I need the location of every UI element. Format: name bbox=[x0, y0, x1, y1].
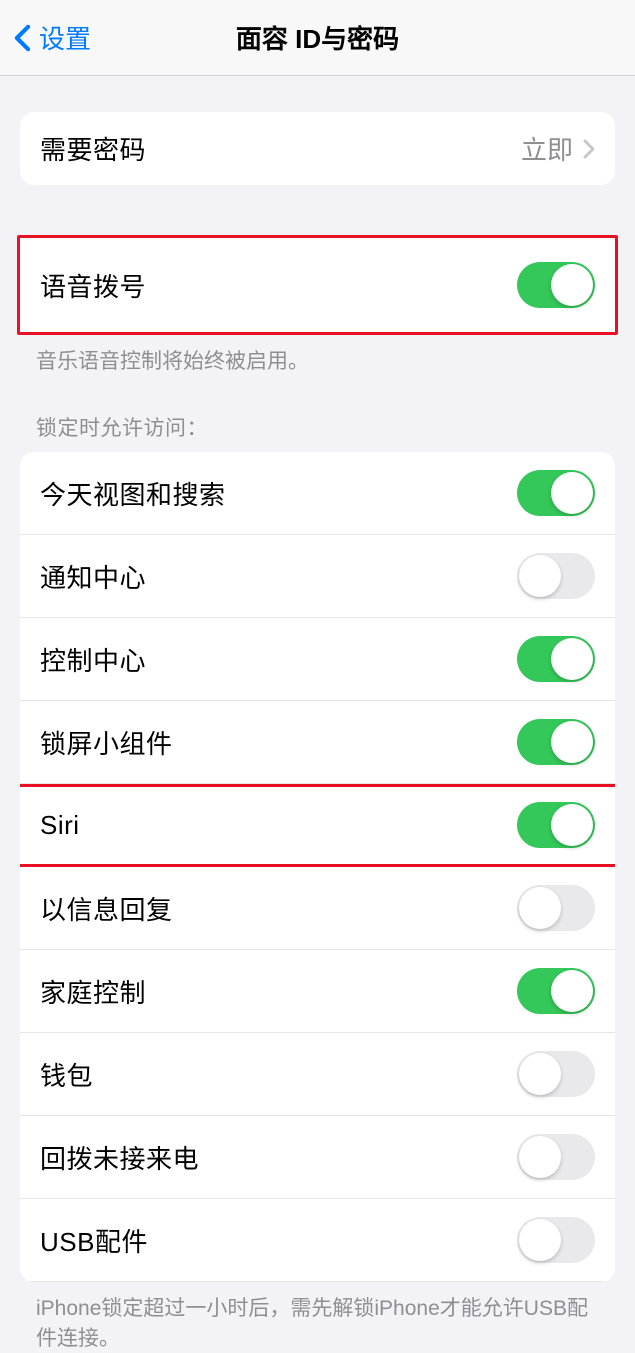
lock-access-toggle[interactable] bbox=[517, 636, 595, 682]
lock-access-label: 家庭控制 bbox=[40, 973, 146, 1010]
page-title: 面容 ID与密码 bbox=[0, 19, 635, 56]
toggle-knob bbox=[519, 1053, 561, 1095]
lock-access-toggle[interactable] bbox=[517, 1134, 595, 1180]
lock-access-row: 控制中心 bbox=[20, 618, 615, 701]
chevron-left-icon bbox=[14, 24, 31, 52]
toggle-knob bbox=[551, 721, 593, 763]
toggle-knob bbox=[551, 472, 593, 514]
voice-dial-section: 语音拨号 音乐语音控制将始终被启用。 bbox=[0, 235, 635, 376]
toggle-knob bbox=[551, 804, 593, 846]
voice-dial-toggle[interactable] bbox=[517, 262, 595, 308]
voice-dial-row: 语音拨号 bbox=[20, 238, 615, 332]
header-bar: 设置 面容 ID与密码 bbox=[0, 0, 635, 76]
lock-access-label: 通知中心 bbox=[40, 558, 146, 595]
lock-access-row: 今天视图和搜索 bbox=[20, 452, 615, 535]
require-passcode-label: 需要密码 bbox=[40, 130, 146, 167]
voice-dial-highlight: 语音拨号 bbox=[17, 235, 618, 335]
toggle-knob bbox=[551, 264, 593, 306]
toggle-knob bbox=[519, 1219, 561, 1261]
back-button[interactable]: 设置 bbox=[0, 19, 91, 56]
lock-access-toggle[interactable] bbox=[517, 553, 595, 599]
lock-access-section: 锁定时允许访问： 今天视图和搜索通知中心控制中心锁屏小组件 Siri 以信息回复家庭… bbox=[0, 412, 635, 1353]
toggle-knob bbox=[551, 970, 593, 1012]
lock-access-label: 控制中心 bbox=[40, 641, 146, 678]
passcode-group: 需要密码 立即 bbox=[20, 112, 615, 185]
lock-access-label: 以信息回复 bbox=[40, 890, 173, 927]
lock-access-footer: iPhone锁定超过一小时后，需先解锁iPhone才能允许USB配件连接。 bbox=[0, 1282, 635, 1353]
toggle-knob bbox=[519, 1136, 561, 1178]
toggle-knob bbox=[519, 555, 561, 597]
lock-access-row: 锁屏小组件 bbox=[20, 701, 615, 784]
lock-access-row: 家庭控制 bbox=[20, 950, 615, 1033]
back-label: 设置 bbox=[39, 19, 91, 56]
lock-access-row: 钱包 bbox=[20, 1033, 615, 1116]
lock-access-label: USB配件 bbox=[40, 1222, 148, 1259]
lock-access-row: USB配件 bbox=[20, 1199, 615, 1282]
voice-dial-label: 语音拨号 bbox=[40, 267, 146, 304]
require-passcode-row[interactable]: 需要密码 立即 bbox=[20, 112, 615, 185]
lock-access-row: 以信息回复 bbox=[20, 867, 615, 950]
lock-access-group: 今天视图和搜索通知中心控制中心锁屏小组件 Siri 以信息回复家庭控制钱包回拨未接来… bbox=[20, 452, 615, 1282]
lock-access-row: 通知中心 bbox=[20, 535, 615, 618]
toggle-knob bbox=[551, 638, 593, 680]
lock-access-toggle[interactable] bbox=[517, 802, 595, 848]
voice-dial-footer: 音乐语音控制将始终被启用。 bbox=[0, 335, 635, 376]
lock-access-header: 锁定时允许访问： bbox=[0, 412, 635, 452]
lock-access-label: 钱包 bbox=[40, 1056, 93, 1093]
lock-access-toggle[interactable] bbox=[517, 719, 595, 765]
lock-access-toggle[interactable] bbox=[517, 470, 595, 516]
lock-access-label: 今天视图和搜索 bbox=[40, 475, 226, 512]
row-right: 立即 bbox=[521, 130, 595, 167]
lock-access-label: 回拨未接来电 bbox=[40, 1139, 199, 1176]
lock-access-label: Siri bbox=[40, 810, 80, 841]
passcode-section: 需要密码 立即 bbox=[0, 112, 635, 185]
lock-access-toggle[interactable] bbox=[517, 968, 595, 1014]
toggle-knob bbox=[519, 887, 561, 929]
lock-access-row: Siri bbox=[20, 784, 615, 867]
require-passcode-value: 立即 bbox=[521, 130, 573, 167]
lock-access-row: 回拨未接来电 bbox=[20, 1116, 615, 1199]
lock-access-toggle[interactable] bbox=[517, 1051, 595, 1097]
lock-access-toggle[interactable] bbox=[517, 885, 595, 931]
lock-access-toggle[interactable] bbox=[517, 1217, 595, 1263]
content-area: 需要密码 立即 语音拨号 音乐语音控制将始终被启用。 锁定时允许访问： bbox=[0, 112, 635, 1353]
lock-access-label: 锁屏小组件 bbox=[40, 724, 173, 761]
chevron-right-icon bbox=[583, 139, 595, 159]
